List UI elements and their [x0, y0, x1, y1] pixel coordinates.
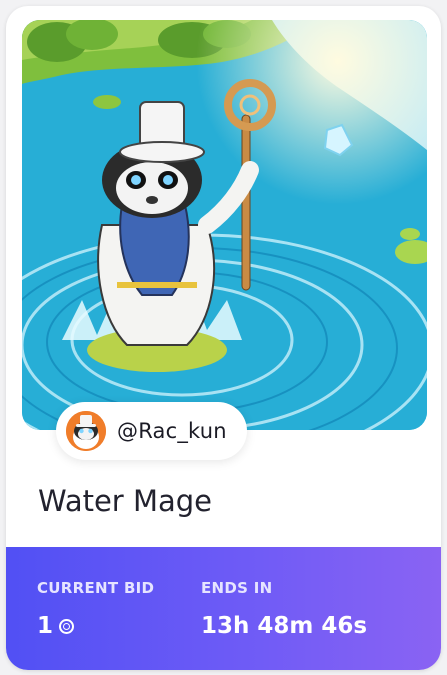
auction-info-bar: CURRENT BID 1 ENDS IN 13h 48m 46s — [6, 547, 441, 670]
ends-in-countdown: 13h 48m 46s — [201, 613, 368, 639]
coin-icon — [59, 618, 75, 634]
nft-artwork-image[interactable] — [22, 20, 427, 430]
raccoon-water-mage-artwork — [22, 20, 427, 430]
nft-title[interactable]: Water Mage — [38, 484, 212, 518]
creator-username[interactable]: @Rac_kun — [117, 419, 227, 443]
current-bid-label: CURRENT BID — [37, 579, 155, 597]
current-bid-value: 1 — [37, 613, 54, 639]
ends-in-label: ENDS IN — [201, 579, 273, 597]
nft-card[interactable]: @Rac_kun Water Mage CURRENT BID 1 ENDS I… — [6, 6, 441, 670]
creator-avatar[interactable] — [66, 411, 106, 451]
current-bid-value-row: 1 — [37, 613, 75, 639]
raccoon-avatar-icon — [66, 411, 106, 451]
creator-chip[interactable]: @Rac_kun — [56, 402, 247, 460]
